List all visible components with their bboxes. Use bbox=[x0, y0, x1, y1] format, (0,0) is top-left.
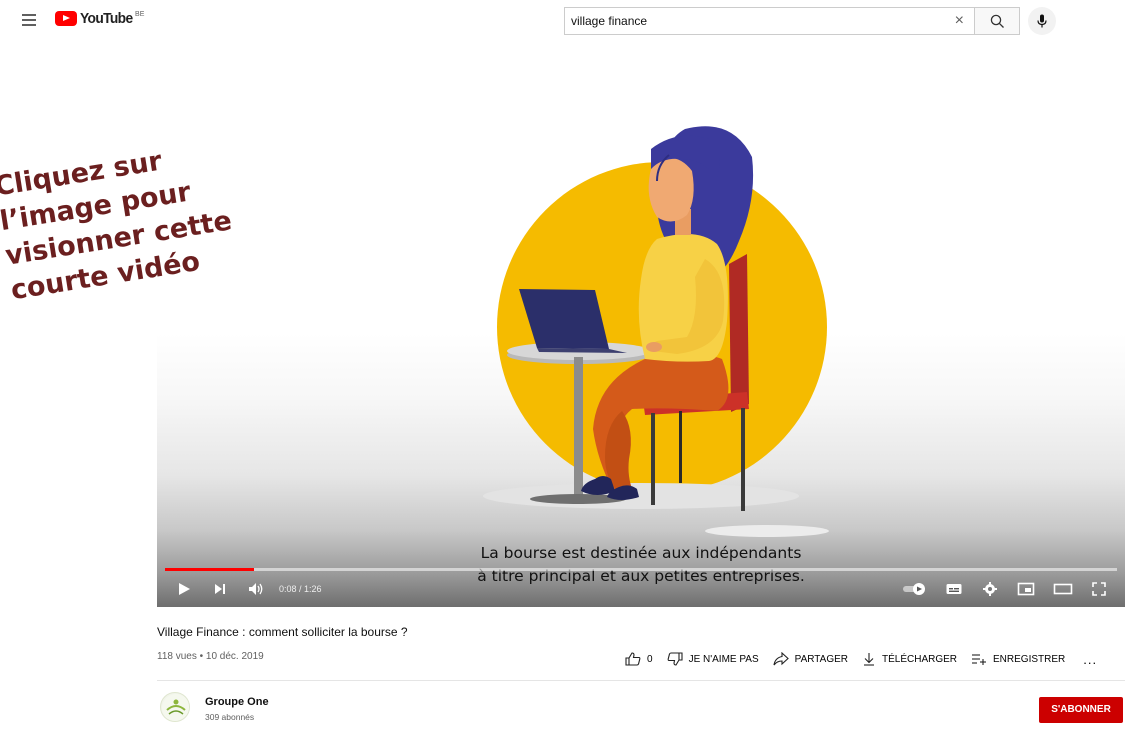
video-actions: 0 JE N'AIME PAS PARTAGER TÉLÉCHARGER ENR… bbox=[625, 651, 1097, 667]
player-controls: 0:08 / 1:26 bbox=[157, 575, 1125, 607]
progress-fill bbox=[165, 568, 254, 571]
volume-icon[interactable] bbox=[247, 581, 265, 597]
like-button[interactable]: 0 bbox=[625, 652, 653, 666]
youtube-play-logo-icon bbox=[55, 11, 77, 26]
dislike-button[interactable]: JE N'AIME PAS bbox=[667, 652, 759, 666]
settings-icon[interactable] bbox=[982, 581, 998, 597]
menu-icon[interactable] bbox=[22, 14, 36, 26]
play-icon[interactable] bbox=[177, 581, 191, 597]
subtitle-line: La bourse est destinée aux indépendants bbox=[480, 544, 802, 562]
miniplayer-icon[interactable] bbox=[1017, 581, 1035, 597]
progress-bar[interactable] bbox=[165, 568, 1117, 571]
playlist-add-icon bbox=[972, 654, 987, 665]
country-code: BE bbox=[135, 11, 145, 18]
theater-icon[interactable] bbox=[1053, 581, 1073, 597]
youtube-logo[interactable]: YouTube BE bbox=[55, 11, 144, 26]
subtitles-icon[interactable] bbox=[945, 581, 963, 597]
video-illustration bbox=[483, 126, 829, 537]
like-count: 0 bbox=[647, 653, 653, 665]
save-button[interactable]: ENREGISTRER bbox=[971, 652, 1065, 666]
download-button[interactable]: TÉLÉCHARGER bbox=[862, 652, 957, 666]
share-label: PARTAGER bbox=[794, 653, 848, 665]
logo-text: YouTube bbox=[80, 10, 133, 27]
download-label: TÉLÉCHARGER bbox=[882, 653, 958, 665]
share-button[interactable]: PARTAGER bbox=[773, 652, 848, 666]
channel-name[interactable]: Groupe One bbox=[205, 696, 269, 708]
top-bar: YouTube BE × bbox=[0, 0, 1125, 42]
search-box: × bbox=[564, 7, 975, 35]
time-display: 0:08 / 1:26 bbox=[279, 584, 322, 594]
download-icon bbox=[864, 653, 874, 666]
thumbs-up-icon bbox=[625, 652, 641, 666]
fullscreen-icon[interactable] bbox=[1091, 581, 1107, 597]
subscriber-count: 309 abonnés bbox=[205, 712, 255, 722]
save-label: ENREGISTRER bbox=[993, 653, 1066, 665]
divider bbox=[157, 680, 1125, 681]
autoplay-toggle-icon[interactable] bbox=[902, 583, 928, 595]
subscribe-button[interactable]: S'ABONNER bbox=[1039, 697, 1123, 723]
mic-icon bbox=[1037, 14, 1047, 28]
thumbs-down-icon bbox=[667, 652, 683, 666]
search-icon bbox=[990, 14, 1004, 28]
share-icon bbox=[773, 652, 789, 666]
next-icon[interactable] bbox=[213, 581, 227, 597]
close-icon[interactable]: × bbox=[955, 13, 964, 29]
more-actions-button[interactable]: ... bbox=[1083, 652, 1097, 667]
video-player[interactable]: La bourse est destinée aux indépendants … bbox=[157, 59, 1125, 607]
voice-search-button[interactable] bbox=[1028, 7, 1056, 35]
channel-logo-icon bbox=[162, 694, 189, 721]
search-button[interactable] bbox=[974, 7, 1020, 35]
channel-avatar[interactable] bbox=[160, 692, 190, 722]
page: YouTube BE × bbox=[0, 0, 1125, 731]
video-title: Village Finance : comment solliciter la … bbox=[157, 625, 408, 639]
search-input[interactable] bbox=[565, 8, 945, 34]
dislike-label: JE N'AIME PAS bbox=[688, 653, 759, 665]
video-meta: 118 vues • 10 déc. 2019 bbox=[157, 651, 264, 662]
